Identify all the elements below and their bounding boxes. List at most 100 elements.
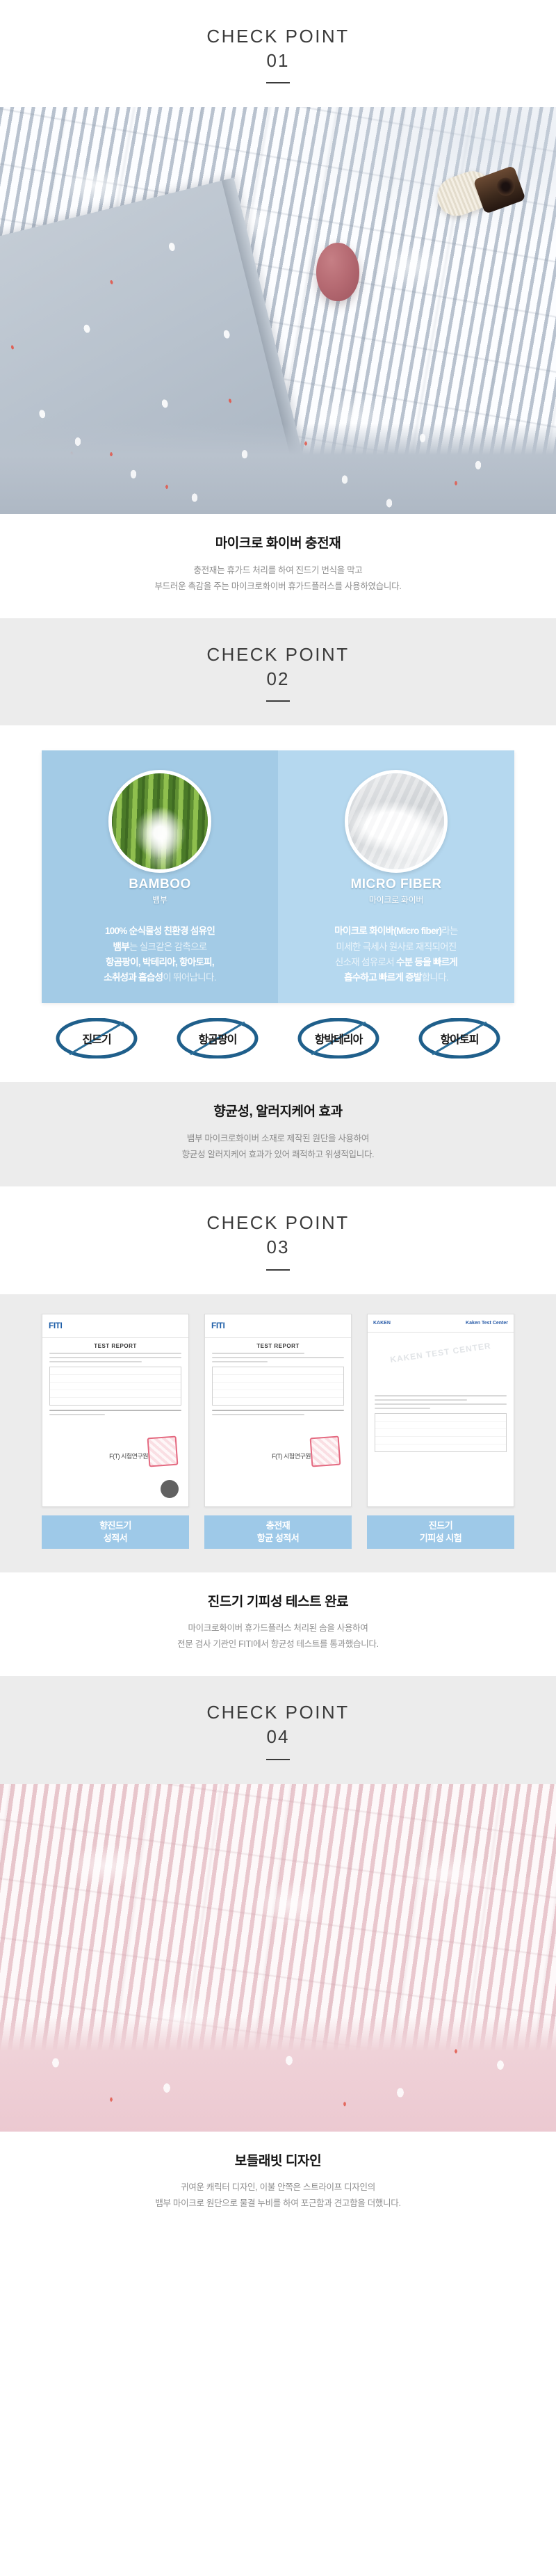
caption-line-1: 충전재 [265, 1520, 291, 1531]
fiber-desc-1s: 라는 [441, 926, 458, 937]
badge-label: 진드기 [82, 1034, 111, 1047]
document-result-table [375, 1412, 507, 1452]
section-body: 마이크로화이버 휴가드플러스 처리된 솜을 사용하여 전문 검사 기관인 FIT… [0, 1620, 556, 1652]
microfiber-photo [348, 773, 444, 870]
section-heading: 진드기 기피성 테스트 완료 [207, 1594, 349, 1609]
document-result-table [212, 1366, 344, 1406]
section-02-panel-wrap: BAMBOO 뱀부 100% 순식물성 친환경 섬유인 뱀부는 실크같은 감촉으… [0, 725, 556, 1083]
document-text-lines-2 [42, 1409, 188, 1415]
body-line-2: 부드러운 촉감을 주는 마이크로화이버 휴가드플러스를 사용하였습니다. [154, 581, 402, 592]
body-line-2: 전문 검사 기관인 FITI에서 향균성 테스트를 통과했습니다. [177, 1639, 379, 1650]
bamboo-desc-4b: 소취성과 흡습성 [104, 972, 163, 983]
checkpoint-01-header: CHECK POINT 01 [0, 0, 556, 108]
report-caption: 진드기 기피성 시험 [367, 1515, 514, 1549]
document-title: Kaken Test Center [466, 1320, 508, 1326]
badge-antibacterial: 항박테리아 [284, 1018, 393, 1059]
bamboo-desc-2s: 는 실크같은 감촉으로 [129, 941, 207, 952]
lab-signature: F(T) 시험연구원 [272, 1452, 311, 1460]
section-02-text: 향균성, 알러지케어 효과 뱀부 마이크로화이버 소재로 제작된 원단을 사용하… [0, 1082, 556, 1187]
lab-logo: KAKEN [373, 1320, 391, 1326]
checkpoint-title: CHECK POINT [206, 1702, 350, 1723]
badge-mite: 진드기 [42, 1018, 152, 1059]
microfiber-description: 마이크로 화이바(Micro fiber)라는 미세한 극세사 원사로 재직되어… [278, 924, 514, 985]
fiber-desc-3s: 신소재 섬유로서 [334, 956, 396, 967]
anti-allergy-badges: 진드기 항곰팡이 항박테리아 항아토피 [42, 1018, 514, 1059]
microfiber-circle-image [345, 770, 448, 874]
body-line-1: 귀여운 캐릭터 디자인, 이불 안쪽은 스트라이프 디자인의 [181, 2182, 375, 2193]
bamboo-desc-1: 100% 순식물성 친환경 섬유인 [104, 926, 215, 937]
document-header: FITI [42, 1314, 188, 1338]
bamboo-desc-4s: 이 뛰어납니다. [163, 972, 216, 983]
caption-line-2: 기피성 시험 [419, 1532, 462, 1543]
fiber-desc-3b: 수분 등을 빠르게 [396, 956, 458, 967]
section-body: 뱀부 마이크로화이버 소재로 제작된 원단을 사용하여 향균성 알러지케어 효과… [0, 1131, 556, 1163]
microfiber-label-en: MICRO FIBER [350, 877, 442, 892]
reports-band: FITI TEST REPORT F(T) 시험연구원 향진드기 성적서 FIT… [0, 1294, 556, 1572]
section-heading: 보들래빗 디자인 [234, 2153, 322, 2168]
section-04-text: 보들래빗 디자인 귀여운 캐릭터 디자인, 이불 안쪽은 스트라이프 디자인의 … [0, 2131, 556, 2236]
report-caption: 충전재 항균 성적서 [204, 1515, 352, 1549]
fiber-desc-1b: 마이크로 화이바(Micro fiber) [334, 926, 442, 937]
material-comparison-panel: BAMBOO 뱀부 100% 순식물성 친환경 섬유인 뱀부는 실크같은 감촉으… [42, 750, 514, 1004]
pink-egg-prop [316, 243, 359, 302]
divider-rule [266, 1269, 290, 1271]
checkpoint-04-header: CHECK POINT 04 [0, 1676, 556, 1784]
bamboo-forest-photo [112, 773, 208, 870]
microfiber-panel: MICRO FIBER 마이크로 화이버 마이크로 화이바(Micro fibe… [278, 750, 514, 1004]
product-photo-pink-quilt [0, 1783, 556, 2132]
badge-label: 항아토피 [440, 1034, 480, 1047]
badge-label: 항곰팡이 [198, 1034, 238, 1047]
section-body: 충전재는 휴가드 처리를 하여 진드기 번식을 막고 부드러운 촉감을 주는 마… [0, 563, 556, 595]
bamboo-label-en: BAMBOO [129, 877, 191, 892]
caption-line-1: 향진드기 [99, 1520, 131, 1531]
report-caption: 향진드기 성적서 [42, 1515, 189, 1549]
fiber-desc-4b: 흡수하고 빠르게 증발 [344, 972, 422, 983]
bamboo-description: 100% 순식물성 친환경 섬유인 뱀부는 실크같은 감촉으로 항곰팡이, 박테… [42, 924, 278, 985]
checkpoint-03-header: CHECK POINT 03 [0, 1186, 556, 1294]
document-header: FITI [205, 1314, 351, 1338]
caption-line-2: 성적서 [103, 1532, 128, 1543]
product-photo-gray-quilt [0, 107, 556, 515]
report-document: KAKEN Kaken Test Center KAKEN TEST CENTE… [367, 1313, 514, 1507]
red-stamp-icon [147, 1435, 179, 1467]
divider-rule [266, 1758, 290, 1760]
bamboo-circle-image [108, 770, 211, 874]
bunny-carrot-print-bottom [0, 424, 556, 515]
fiber-desc-4s: 합니다. [421, 972, 449, 983]
document-title: TEST REPORT [94, 1342, 137, 1349]
checkpoint-title: CHECK POINT [206, 26, 350, 47]
bamboo-panel: BAMBOO 뱀부 100% 순식물성 친환경 섬유인 뱀부는 실크같은 감촉으… [42, 750, 278, 1004]
lab-logo: FITI [211, 1321, 225, 1331]
caption-line-2: 항균 성적서 [256, 1532, 300, 1543]
section-01-text: 마이크로 화이버 충전재 충전재는 휴가드 처리를 하여 진드기 번식을 막고 … [0, 514, 556, 619]
bamboo-desc-3: 항곰팡이, 박테리아, 항아토피, [106, 956, 215, 967]
badge-antifungal: 항곰팡이 [163, 1018, 272, 1059]
document-text-lines-2 [205, 1409, 351, 1415]
divider-rule [266, 700, 290, 702]
document-result-table [49, 1366, 181, 1406]
pink-photo-bottom-fabric [0, 2016, 556, 2132]
section-heading: 향균성, 알러지케어 효과 [213, 1104, 343, 1120]
fiber-desc-2: 미세한 극세사 원사로 재직되어진 [336, 941, 457, 952]
product-detail-page: CHECK POINT 01 마이크로 화이버 충전재 충전재는 휴가드 처리를… [0, 0, 556, 2236]
lab-logo: FITI [49, 1321, 63, 1331]
red-stamp-icon [309, 1435, 341, 1467]
lab-signature: F(T) 시험연구원 [109, 1452, 148, 1460]
checkpoint-number: 01 [266, 49, 290, 71]
bunny-carrot-print-pink [0, 2016, 556, 2132]
checkpoint-number: 03 [266, 1236, 290, 1257]
divider-rule [266, 82, 290, 84]
checkpoint-number: 02 [266, 668, 290, 689]
checkpoint-number: 04 [266, 1725, 290, 1747]
section-03-text: 진드기 기피성 테스트 완료 마이크로화이버 휴가드플러스 처리된 솜을 사용하… [0, 1572, 556, 1677]
test-reports-row: FITI TEST REPORT F(T) 시험연구원 향진드기 성적서 FIT… [42, 1294, 514, 1549]
body-line-1: 뱀부 마이크로화이버 소재로 제작된 원단을 사용하여 [186, 1134, 370, 1144]
document-header: KAKEN Kaken Test Center [368, 1314, 514, 1333]
badge-label: 항박테리아 [314, 1034, 363, 1047]
checkpoint-title: CHECK POINT [206, 1212, 350, 1234]
section-heading: 마이크로 화이버 충전재 [215, 536, 341, 552]
black-seal-icon [161, 1479, 179, 1498]
body-line-1: 마이크로화이버 휴가드플러스 처리된 솜을 사용하여 [188, 1623, 368, 1634]
bamboo-desc-2b: 뱀부 [113, 941, 129, 952]
document-text-lines [42, 1352, 188, 1362]
